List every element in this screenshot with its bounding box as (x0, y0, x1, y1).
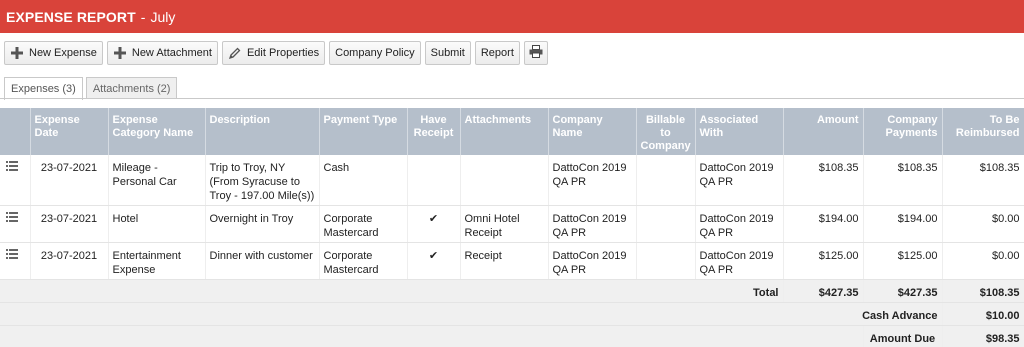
tab-attachments[interactable]: Attachments (2) (85, 77, 178, 99)
to-be-reimbursed-cell: $108.35 (942, 155, 1024, 206)
billable-cell (636, 242, 696, 280)
company-name-cell: DattoCon 2019 QA PR (548, 242, 637, 280)
report-button[interactable]: Report (474, 41, 520, 65)
table-row: 23-07-2021 Entertainment Expense Dinner … (0, 242, 1024, 280)
billable-cell (636, 155, 696, 206)
attachment-link[interactable]: Receipt (460, 242, 549, 280)
edit-properties-label: Edit Properties (246, 47, 320, 59)
new-attachment-button[interactable]: New Attachment (106, 41, 218, 65)
payment-type-cell: Corporate Mastercard (319, 205, 408, 243)
column-header-company-name[interactable]: Company Name (548, 108, 637, 155)
pencil-icon (228, 46, 242, 60)
total-row: Total $427.35 $427.35 $108.35 (0, 279, 1024, 303)
print-button[interactable] (523, 41, 548, 65)
column-header-payment-type[interactable]: Payment Type (319, 108, 408, 155)
amount-due-value: $98.35 (942, 325, 1024, 347)
column-header-associated-with[interactable]: Associated With (695, 108, 784, 155)
company-policy-label: Company Policy (335, 47, 415, 59)
associated-with-link[interactable]: DattoCon 2019 QA PR (695, 155, 784, 206)
table-header-row: Expense Date Expense Category Name Descr… (0, 108, 1024, 155)
row-menu-cell[interactable] (0, 155, 31, 206)
to-be-reimbursed-cell: $0.00 (942, 242, 1024, 280)
column-header-category[interactable]: Expense Category Name (108, 108, 206, 155)
have-receipt-cell: ✔ (407, 205, 461, 243)
table-row: 23-07-2021 Hotel Overnight in Troy Corpo… (0, 205, 1024, 243)
expenses-table: Expense Date Expense Category Name Descr… (0, 108, 1024, 347)
associated-with-link[interactable]: DattoCon 2019 QA PR (695, 205, 784, 243)
have-receipt-cell: ✔ (407, 242, 461, 280)
new-expense-button[interactable]: New Expense (4, 41, 103, 65)
expense-date-cell: 23-07-2021 (30, 242, 109, 280)
amount-due-row: Amount Due to Resource $98.35 (0, 325, 1024, 347)
plus-icon (10, 46, 24, 60)
column-header-description[interactable]: Description (205, 108, 320, 155)
tab-bar: Expenses (3) Attachments (2) (4, 77, 178, 100)
column-header-have-receipt[interactable]: Have Receipt (407, 108, 461, 155)
expense-date-cell: 23-07-2021 (30, 155, 109, 206)
context-menu-icon[interactable] (6, 249, 18, 259)
new-attachment-label: New Attachment (131, 47, 212, 59)
total-amount: $427.35 (783, 279, 864, 303)
expense-date-cell: 23-07-2021 (30, 205, 109, 243)
company-name-cell: DattoCon 2019 QA PR (548, 155, 637, 206)
total-label: Total (0, 279, 784, 303)
attachment-link[interactable]: Omni Hotel Receipt (460, 205, 549, 243)
company-policy-button[interactable]: Company Policy (329, 41, 421, 65)
tab-divider (0, 98, 1024, 99)
column-header-amount[interactable]: Amount (783, 108, 864, 155)
context-menu-icon[interactable] (6, 161, 18, 171)
amount-cell: $194.00 (783, 205, 864, 243)
category-cell: Hotel (108, 205, 206, 243)
company-payments-cell: $125.00 (863, 242, 943, 280)
total-company-payments: $427.35 (863, 279, 943, 303)
new-expense-label: New Expense (29, 47, 97, 59)
category-cell: Entertainment Expense (108, 242, 206, 280)
column-header-attachments[interactable]: Attachments (460, 108, 549, 155)
plus-icon (113, 46, 127, 60)
description-link[interactable]: Dinner with customer (205, 242, 320, 280)
amount-cell: $108.35 (783, 155, 864, 206)
billable-cell (636, 205, 696, 243)
cash-advance-value: $10.00 (942, 302, 1024, 326)
attachment-link[interactable] (460, 155, 549, 206)
company-payments-cell: $194.00 (863, 205, 943, 243)
column-header-expense-date[interactable]: Expense Date (30, 108, 109, 155)
to-be-reimbursed-cell: $0.00 (942, 205, 1024, 243)
amount-due-label: Amount Due to Resource (863, 325, 943, 347)
have-receipt-cell (407, 155, 461, 206)
column-header-to-be-reimbursed[interactable]: To Be Reimbursed (942, 108, 1024, 155)
total-reimbursed: $108.35 (942, 279, 1024, 303)
printer-icon (529, 45, 543, 61)
column-header-company-payments[interactable]: Company Payments (863, 108, 943, 155)
column-header-menu (0, 108, 31, 155)
submit-button[interactable]: Submit (424, 41, 471, 65)
category-cell: Mileage - Personal Car (108, 155, 206, 206)
submit-label: Submit (430, 47, 465, 59)
context-menu-icon[interactable] (6, 212, 18, 222)
row-menu-cell[interactable] (0, 242, 31, 280)
column-header-billable[interactable]: Billable to Company (636, 108, 696, 155)
edit-properties-button[interactable]: Edit Properties (221, 41, 326, 65)
payment-type-cell: Corporate Mastercard (319, 242, 408, 280)
title-bar: EXPENSE REPORT - July (0, 0, 1024, 33)
associated-with-link[interactable]: DattoCon 2019 QA PR (695, 242, 784, 280)
amount-due-spacer (0, 325, 864, 347)
cash-advance-label: Cash Advance (0, 302, 943, 326)
title-separator: - (140, 8, 146, 25)
report-month: July (150, 8, 176, 25)
table-row: 23-07-2021 Mileage - Personal Car Trip t… (0, 155, 1024, 206)
toolbar: New Expense New Attachment Edit Properti… (4, 41, 548, 65)
payment-type-cell: Cash (319, 155, 408, 206)
description-link[interactable]: Overnight in Troy (205, 205, 320, 243)
amount-cell: $125.00 (783, 242, 864, 280)
page-title: EXPENSE REPORT (6, 8, 136, 25)
tab-expenses[interactable]: Expenses (3) (4, 77, 83, 100)
row-menu-cell[interactable] (0, 205, 31, 243)
description-link[interactable]: Trip to Troy, NY (From Syracuse to Troy … (205, 155, 320, 206)
report-label: Report (480, 47, 514, 59)
cash-advance-row: Cash Advance $10.00 (0, 302, 1024, 326)
company-payments-cell: $108.35 (863, 155, 943, 206)
company-name-cell: DattoCon 2019 QA PR (548, 205, 637, 243)
